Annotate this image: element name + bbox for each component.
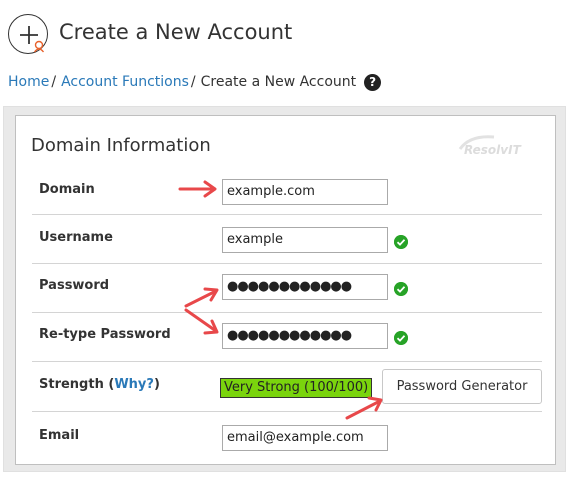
retype-password-label: Re-type Password: [39, 327, 171, 342]
form-container: Domain Information ResolvIT Domain examp…: [3, 106, 566, 472]
breadcrumb-account-functions-link[interactable]: Account Functions: [61, 74, 189, 90]
email-row: Email email@example.com: [32, 412, 542, 460]
password-valid-check-icon: [394, 282, 408, 296]
domain-input[interactable]: example.com: [222, 179, 388, 205]
domain-label: Domain: [39, 182, 95, 197]
domain-information-panel: Domain Information ResolvIT Domain examp…: [15, 115, 556, 465]
password-generator-button[interactable]: Password Generator: [382, 369, 542, 404]
password-row: Password ●●●●●●●●●●●●: [32, 264, 542, 313]
add-account-icon: [8, 14, 48, 54]
username-input[interactable]: example: [222, 227, 388, 253]
password-input[interactable]: ●●●●●●●●●●●●: [222, 274, 388, 300]
breadcrumb-home-link[interactable]: Home: [8, 74, 49, 90]
retype-password-input[interactable]: ●●●●●●●●●●●●: [222, 323, 388, 349]
svg-text:ResolvIT: ResolvIT: [464, 143, 522, 157]
breadcrumb-current: Create a New Account: [200, 74, 357, 90]
username-valid-check-icon: [394, 235, 408, 249]
username-row: Username example: [32, 215, 542, 264]
username-label: Username: [39, 230, 113, 245]
email-input[interactable]: email@example.com: [222, 425, 388, 451]
retype-password-row: Re-type Password ●●●●●●●●●●●●: [32, 313, 542, 362]
breadcrumb-separator: /: [190, 74, 196, 90]
strength-label-close-paren: ): [153, 377, 160, 392]
page-header: Create a New Account: [8, 14, 508, 54]
help-icon[interactable]: ?: [364, 73, 382, 91]
breadcrumb: Home / Account Functions / Create a New …: [8, 71, 382, 93]
strength-label: Strength (Why?): [39, 377, 160, 392]
page-title: Create a New Account: [59, 20, 293, 44]
why-link[interactable]: Why?: [114, 377, 154, 392]
retype-password-valid-check-icon: [394, 331, 408, 345]
password-label: Password: [39, 278, 110, 293]
breadcrumb-separator: /: [51, 74, 57, 90]
panel-title: Domain Information: [31, 135, 211, 156]
strength-label-text: Strength: [39, 377, 104, 392]
password-strength-meter: Very Strong (100/100): [220, 378, 373, 398]
domain-row: Domain example.com: [32, 169, 542, 215]
email-label: Email: [39, 428, 80, 443]
resolvit-logo-watermark: ResolvIT: [458, 135, 522, 157]
